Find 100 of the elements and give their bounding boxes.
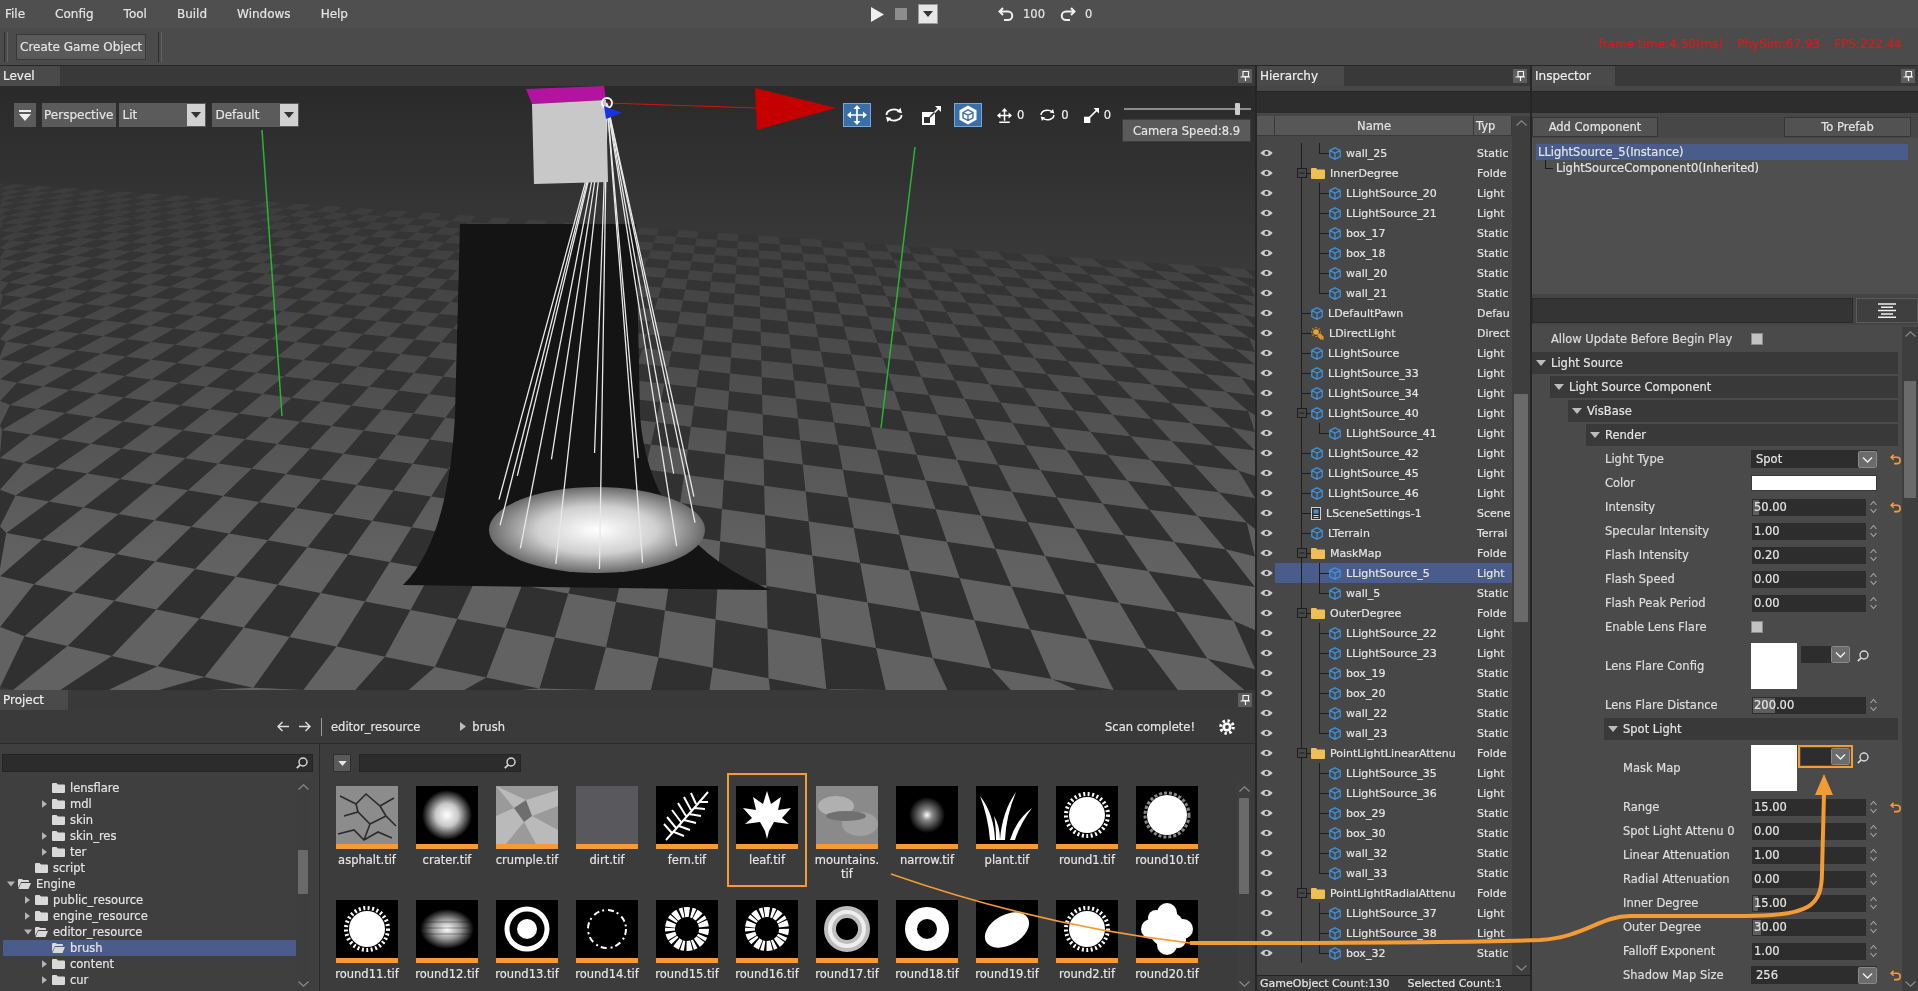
spin-arrows-icon[interactable] — [1870, 944, 1877, 958]
asset-item[interactable]: round20.tif — [1127, 887, 1207, 987]
folder-item[interactable]: cur — [3, 972, 296, 988]
breadcrumb-item[interactable]: brush — [472, 719, 505, 734]
asset-item[interactable]: round10.tif — [1127, 773, 1207, 887]
tree-row[interactable]: box_17 Static — [1275, 223, 1512, 243]
asset-item[interactable]: crater.tif — [407, 773, 487, 887]
folder-item[interactable]: skin_res — [3, 828, 296, 844]
spin-arrows-icon[interactable] — [1870, 920, 1877, 934]
eye-icon[interactable] — [1259, 249, 1273, 257]
menu-item[interactable]: Help — [318, 5, 350, 23]
play-options-button[interactable] — [918, 4, 938, 24]
eye-icon[interactable] — [1259, 169, 1273, 177]
asset-item[interactable]: plant.tif — [967, 773, 1047, 887]
chevron-up-icon[interactable] — [1904, 331, 1916, 337]
tree-row[interactable]: LLightSource_35 Light — [1275, 763, 1512, 783]
action-button[interactable]: To Prefab — [1784, 117, 1911, 137]
eye-icon[interactable] — [1259, 189, 1273, 197]
number-field[interactable]: 30.00 — [1752, 918, 1866, 936]
eye-icon[interactable] — [1259, 869, 1273, 877]
caret-down-icon[interactable] — [23, 929, 32, 935]
filter-dropdown[interactable] — [333, 754, 351, 772]
folder-item[interactable]: ter — [3, 844, 296, 860]
scrollbar-thumb[interactable] — [1904, 381, 1916, 498]
tree-row[interactable]: wall_20 Static — [1275, 263, 1512, 283]
asset-item[interactable]: dirt.tif — [567, 773, 647, 887]
checkbox[interactable] — [1751, 621, 1763, 633]
eye-icon[interactable] — [1259, 509, 1273, 517]
breadcrumb-item[interactable]: editor_resource — [331, 719, 421, 734]
number-field[interactable]: 1.00 — [1752, 942, 1866, 960]
toolbar-button[interactable]: Create Game Object — [16, 33, 147, 60]
asset-item[interactable]: round1.tif — [1047, 773, 1127, 887]
triangle-down-icon[interactable] — [1572, 408, 1582, 414]
pin-icon[interactable] — [1901, 69, 1915, 83]
search-icon[interactable] — [296, 757, 308, 769]
eye-icon[interactable] — [1259, 669, 1273, 677]
eye-icon[interactable] — [1259, 629, 1273, 637]
tree-row[interactable]: LLightSource_21 Light — [1275, 203, 1512, 223]
chevron-up-icon[interactable] — [1515, 120, 1527, 126]
tree-row[interactable]: LLightSource_42 Light — [1275, 443, 1512, 463]
spin-arrows-icon[interactable] — [1870, 698, 1877, 712]
section-header[interactable]: Light Source Component — [1550, 376, 1898, 398]
panel-tab[interactable]: Inspector — [1532, 66, 1615, 86]
chevron-down-icon[interactable] — [1858, 966, 1877, 984]
folder-item[interactable]: lensflare — [3, 780, 296, 796]
eye-icon[interactable] — [1259, 889, 1273, 897]
filter-field[interactable] — [1532, 298, 1853, 323]
tree-row[interactable]: wall_21 Static — [1275, 283, 1512, 303]
spin-arrows-icon[interactable] — [1870, 896, 1877, 910]
spin-arrows-icon[interactable] — [1870, 848, 1877, 862]
redo-icon[interactable] — [1059, 7, 1076, 21]
chevron-up-icon[interactable] — [297, 784, 309, 790]
asset-item[interactable]: round15.tif — [647, 887, 727, 987]
asset-item[interactable]: round11.tif — [327, 887, 407, 987]
section-header[interactable]: Render — [1586, 424, 1898, 446]
eye-icon[interactable] — [1259, 229, 1273, 237]
tree-row[interactable]: PointLightRadialAttenu Folde — [1275, 883, 1512, 903]
number-field[interactable]: 200.00 — [1752, 696, 1866, 714]
scrollbar[interactable] — [1512, 116, 1530, 975]
eye-icon[interactable] — [1259, 609, 1273, 617]
tree-row[interactable]: LDirectLight Direct — [1275, 323, 1512, 343]
spin-arrows-icon[interactable] — [1870, 524, 1877, 538]
asset-item[interactable]: narrow.tif — [887, 773, 967, 887]
eye-icon[interactable] — [1259, 349, 1273, 357]
tree-row[interactable]: wall_23 Static — [1275, 723, 1512, 743]
action-button[interactable]: Add Component — [1532, 117, 1658, 137]
chevron-down-icon[interactable] — [1858, 450, 1877, 468]
eye-icon[interactable] — [1259, 409, 1273, 417]
panel-tab[interactable]: Hierarchy — [1257, 66, 1344, 86]
eye-icon[interactable] — [1259, 829, 1273, 837]
eye-icon[interactable] — [1259, 209, 1273, 217]
scale-arrow-icon[interactable] — [1083, 107, 1099, 123]
folder-item[interactable]: skin — [3, 812, 296, 828]
menu-item[interactable]: Tool — [121, 5, 149, 23]
settings-icon[interactable] — [1219, 718, 1235, 735]
dropdown[interactable]: Spot — [1751, 450, 1877, 468]
tree-row[interactable]: LTerrain Terrai — [1275, 523, 1512, 543]
number-field[interactable]: 1.00 — [1752, 846, 1866, 864]
circular-arrows-icon[interactable] — [1039, 108, 1057, 122]
tree-row[interactable]: LLightSource_46 Light — [1275, 483, 1512, 503]
spin-arrows-icon[interactable] — [1870, 572, 1877, 586]
asset-item[interactable]: round12.tif — [407, 887, 487, 987]
tree-row[interactable]: PointLightLinearAttenu Folde — [1275, 743, 1512, 763]
tree-row[interactable]: LLightSource_5 Light — [1275, 563, 1512, 583]
eye-icon[interactable] — [1259, 949, 1273, 957]
tree-row[interactable]: box_19 Static — [1275, 663, 1512, 683]
search-icon[interactable] — [504, 757, 516, 769]
tree-row[interactable]: wall_25 Static — [1275, 143, 1512, 163]
undo-icon[interactable] — [998, 7, 1014, 21]
search-field[interactable] — [2, 754, 313, 772]
tree-row[interactable]: MaskMap Folde — [1275, 543, 1512, 563]
column-header[interactable]: Name — [1275, 116, 1474, 135]
tree-row[interactable]: OuterDegree Folde — [1275, 603, 1512, 623]
eye-icon[interactable] — [1259, 269, 1273, 277]
number-field[interactable]: 0.20 — [1752, 546, 1866, 564]
view-options-button[interactable] — [1856, 298, 1918, 323]
menu-item[interactable]: Config — [53, 5, 96, 23]
asset-dropdown[interactable] — [1801, 646, 1850, 663]
eye-icon[interactable] — [1259, 689, 1273, 697]
asset-item[interactable]: leaf.tif — [727, 773, 807, 887]
